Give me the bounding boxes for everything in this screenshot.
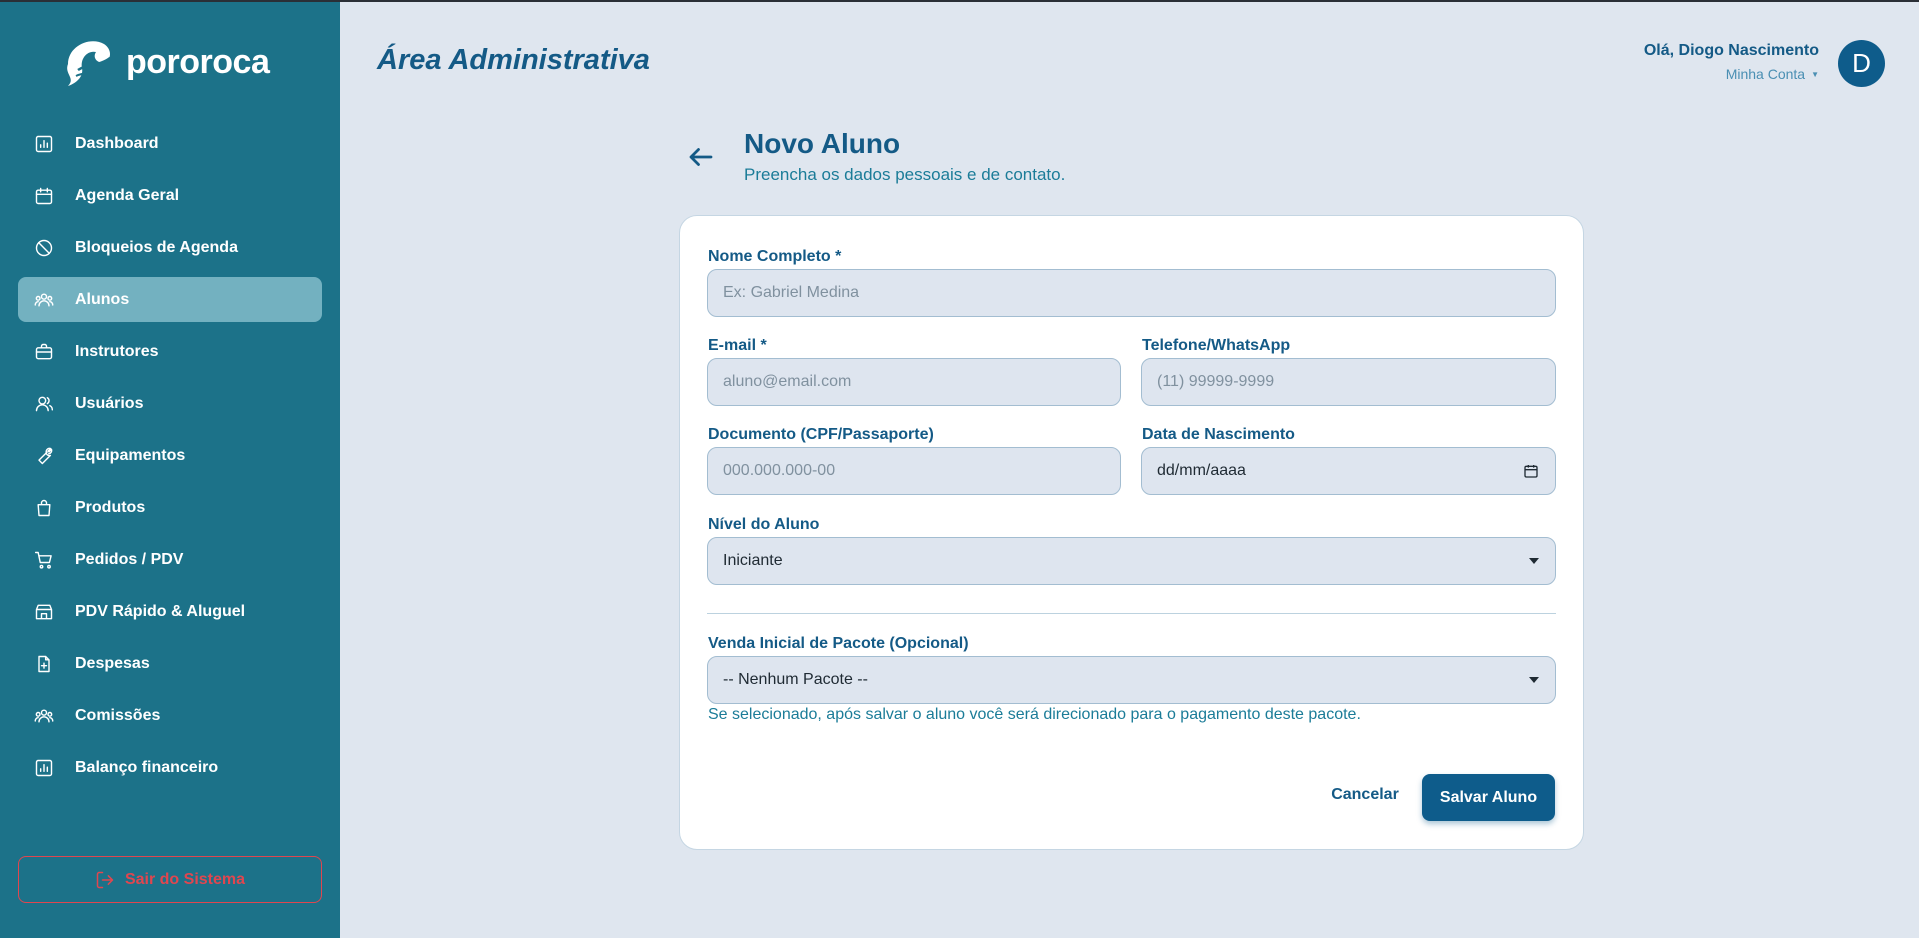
- calendar-icon: [33, 185, 55, 207]
- phone-input[interactable]: (11) 99999-9999: [1141, 358, 1556, 406]
- sidebar-item-label: Usuários: [75, 394, 144, 412]
- user-menu[interactable]: Olá, Diogo Nascimento Minha Conta ▼: [1644, 42, 1819, 84]
- area-title: Área Administrativa: [377, 44, 650, 76]
- sidebar-item-label: Produtos: [75, 498, 146, 516]
- avatar[interactable]: D: [1838, 40, 1885, 87]
- shopping-bag-icon: [33, 497, 55, 519]
- package-label: Venda Inicial de Pacote (Opcional): [708, 635, 969, 652]
- sidebar-item-label: Bloqueios de Agenda: [75, 238, 238, 256]
- page-subtitle: Preencha os dados pessoais e de contato.: [744, 165, 1066, 184]
- email-input[interactable]: aluno@email.com: [707, 358, 1121, 406]
- phone-label: Telefone/WhatsApp: [1142, 337, 1291, 354]
- sidebar-nav: Dashboard Agenda Geral Bloqueios de Agen…: [18, 121, 322, 797]
- sidebar-item-label: Balanço financeiro: [75, 758, 219, 776]
- student-form-card: Nome Completo * Ex: Gabriel Medina E-mai…: [679, 215, 1584, 850]
- logout-icon: [96, 871, 114, 888]
- document-label: Documento (CPF/Passaporte): [708, 426, 934, 443]
- sidebar-item-label: PDV Rápido & Aluguel: [75, 602, 246, 620]
- ban-icon: [33, 237, 55, 259]
- email-label: E-mail *: [708, 337, 767, 354]
- package-select[interactable]: -- Nenhum Pacote --: [707, 656, 1556, 704]
- cancel-button[interactable]: Cancelar: [1320, 771, 1410, 819]
- sidebar-item-label: Despesas: [75, 654, 150, 672]
- name-input[interactable]: Ex: Gabriel Medina: [707, 269, 1556, 317]
- cart-icon: [33, 549, 55, 571]
- sidebar-item-bloqueios[interactable]: Bloqueios de Agenda: [18, 225, 322, 270]
- chevron-down-icon: [1529, 558, 1539, 564]
- logout-button[interactable]: Sair do Sistema: [18, 856, 322, 903]
- back-button[interactable]: [686, 142, 716, 172]
- sidebar-item-produtos[interactable]: Produtos: [18, 485, 322, 530]
- user-group-icon: [33, 393, 55, 415]
- chart-bar-icon: [33, 757, 55, 779]
- sidebar-item-despesas[interactable]: Despesas: [18, 641, 322, 686]
- brand-logo[interactable]: pororoca: [60, 34, 270, 90]
- sidebar-item-usuarios[interactable]: Usuários: [18, 381, 322, 426]
- chevron-down-icon: [1529, 677, 1539, 683]
- sidebar-item-pedidos[interactable]: Pedidos / PDV: [18, 537, 322, 582]
- level-label: Nível do Aluno: [708, 516, 820, 533]
- sidebar-item-dashboard[interactable]: Dashboard: [18, 121, 322, 166]
- page-title: Novo Aluno: [744, 128, 901, 159]
- sidebar-item-instrutores[interactable]: Instrutores: [18, 329, 322, 374]
- wave-logo-icon: [67, 41, 111, 86]
- sidebar-item-label: Agenda Geral: [75, 186, 180, 204]
- birthdate-input[interactable]: dd/mm/aaaa: [1141, 447, 1556, 495]
- birthdate-value: dd/mm/aaaa: [1157, 462, 1246, 479]
- wrench-icon: [33, 445, 55, 467]
- brand-name: pororoca: [126, 42, 270, 81]
- name-label: Nome Completo *: [708, 248, 842, 265]
- briefcase-icon: [33, 341, 55, 363]
- section-divider: [707, 613, 1556, 614]
- level-select[interactable]: Iniciante: [707, 537, 1556, 585]
- sidebar-item-agenda-geral[interactable]: Agenda Geral: [18, 173, 322, 218]
- level-value: Iniciante: [723, 552, 783, 569]
- document-input[interactable]: 000.000.000-00: [707, 447, 1121, 495]
- phone-placeholder: (11) 99999-9999: [1157, 373, 1275, 390]
- document-placeholder: 000.000.000-00: [723, 462, 836, 479]
- store-icon: [33, 601, 55, 623]
- package-value: -- Nenhum Pacote --: [723, 671, 868, 688]
- sidebar-item-label: Alunos: [75, 290, 130, 308]
- arrow-left-icon: [689, 148, 713, 166]
- sidebar-item-label: Instrutores: [75, 342, 159, 360]
- sidebar-item-label: Dashboard: [75, 134, 159, 152]
- users-icon: [33, 289, 55, 311]
- sidebar-item-label: Comissões: [75, 706, 161, 724]
- sidebar-item-label: Equipamentos: [75, 446, 186, 464]
- birthdate-label: Data de Nascimento: [1142, 426, 1295, 443]
- sidebar-item-equipamentos[interactable]: Equipamentos: [18, 433, 322, 478]
- logout-label: Sair do Sistema: [124, 870, 246, 888]
- sidebar-item-alunos[interactable]: Alunos: [18, 277, 322, 322]
- sidebar-item-comissoes[interactable]: Comissões: [18, 693, 322, 738]
- file-plus-icon: [33, 653, 55, 675]
- account-label: Minha Conta: [1725, 66, 1806, 82]
- users-icon: [33, 705, 55, 727]
- name-placeholder: Ex: Gabriel Medina: [723, 284, 860, 301]
- account-dropdown[interactable]: Minha Conta ▼: [1726, 66, 1819, 82]
- sidebar-item-label: Pedidos / PDV: [75, 550, 184, 568]
- caret-down-icon: ▼: [1811, 69, 1819, 79]
- sidebar: pororoca Dashboard Agenda Geral Bloqueio…: [0, 2, 340, 938]
- sidebar-item-pdv-rapido[interactable]: PDV Rápido & Aluguel: [18, 589, 322, 634]
- package-hint: Se selecionado, após salvar o aluno você…: [708, 706, 1361, 723]
- save-student-button[interactable]: Salvar Aluno: [1422, 774, 1555, 821]
- sidebar-item-balanco[interactable]: Balanço financeiro: [18, 745, 322, 790]
- email-placeholder: aluno@email.com: [723, 373, 852, 390]
- user-greeting: Olá, Diogo Nascimento: [1643, 42, 1819, 59]
- chart-bar-icon: [33, 133, 55, 155]
- calendar-icon[interactable]: [1523, 463, 1539, 479]
